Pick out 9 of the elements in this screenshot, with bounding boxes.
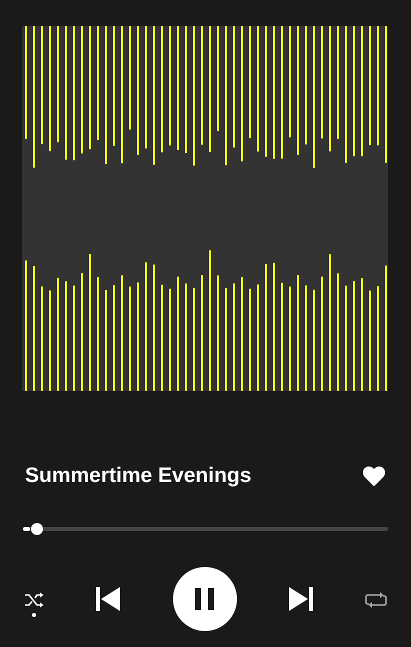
active-dot [32, 612, 36, 616]
pause-icon [194, 587, 216, 611]
progress-thumb[interactable] [31, 523, 44, 535]
shuffle-icon[interactable] [24, 592, 44, 608]
next-icon[interactable] [288, 586, 314, 612]
repeat-icon[interactable] [365, 590, 387, 608]
heart-icon[interactable] [363, 466, 385, 486]
previous-icon[interactable] [95, 586, 122, 612]
track-title: Summertime Evenings [25, 464, 252, 488]
